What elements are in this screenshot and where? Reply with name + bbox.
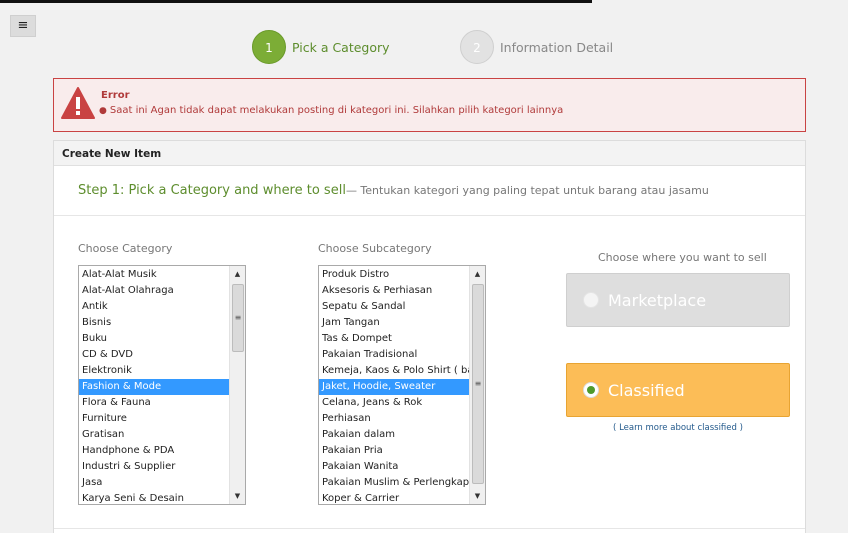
create-item-panel: Create New Item Step 1: Pick a Category … [53, 140, 806, 533]
learn-more-link[interactable]: Learn more about classified [619, 423, 737, 433]
step-heading-subtitle: — Tentukan kategori yang paling tepat un… [345, 184, 709, 197]
classified-label: Classified [608, 380, 685, 400]
list-item[interactable]: Fashion & Mode [79, 379, 229, 395]
list-item[interactable]: Pakaian Muslim & Perlengkapan [319, 475, 469, 491]
classified-option[interactable]: Classified [566, 363, 790, 417]
list-item[interactable]: Antik [79, 299, 229, 315]
marketplace-label: Marketplace [608, 290, 707, 310]
list-item[interactable]: Pakaian Pria [319, 443, 469, 459]
error-message-text: Saat ini Agan tidak dapat melakukan post… [109, 105, 564, 116]
divider [54, 528, 805, 529]
step-heading-text: Step 1: Pick a Category and where to sel… [78, 183, 346, 198]
scroll-down-icon[interactable]: ▼ [470, 488, 485, 504]
list-item[interactable]: Elektronik [79, 363, 229, 379]
list-item[interactable]: Furniture [79, 411, 229, 427]
list-item[interactable]: Buku [79, 331, 229, 347]
error-message: ● Saat ini Agan tidak dapat melakukan pos… [99, 105, 563, 116]
list-item[interactable]: Bisnis [79, 315, 229, 331]
bullet: ● [99, 106, 107, 116]
list-item[interactable]: Tas & Dompet [319, 331, 469, 347]
learn-more: ( Learn more about classified ) [566, 423, 790, 433]
list-item[interactable]: Alat-Alat Musik [79, 267, 229, 283]
subcategory-label: Choose Subcategory [318, 242, 432, 255]
list-item[interactable]: Flora & Fauna [79, 395, 229, 411]
category-label: Choose Category [78, 242, 173, 255]
step-information-detail[interactable]: 2 Information Detail [460, 30, 613, 64]
list-item[interactable]: Produk Distro [319, 267, 469, 283]
step-heading: Step 1: Pick a Category and where to sel… [78, 183, 709, 198]
list-item[interactable]: Pakaian Tradisional [319, 347, 469, 363]
step-label: Pick a Category [292, 39, 390, 55]
subcategory-listbox[interactable]: Produk Distro Aksesoris & Perhiasan Sepatu… [318, 265, 486, 505]
divider [54, 215, 805, 216]
step-number: 2 [460, 30, 494, 64]
paren-close: ) [736, 423, 743, 433]
list-item[interactable]: CD & DVD [79, 347, 229, 363]
top-bar [0, 0, 592, 3]
list-item[interactable]: Sepatu & Sandal [319, 299, 469, 315]
category-items: Alat-Alat Musik Alat-Alat Olahraga Antik Bi… [79, 267, 229, 504]
list-item[interactable]: Gratisan [79, 427, 229, 443]
step-number: 1 [252, 30, 286, 64]
radio-checked-icon[interactable] [583, 382, 599, 398]
list-item[interactable]: Handphone & PDA [79, 443, 229, 459]
category-scrollbar[interactable]: ▲ ≡ ▼ [229, 266, 245, 504]
step-label: Information Detail [500, 39, 614, 55]
category-listbox[interactable]: Alat-Alat Musik Alat-Alat Olahraga Antik Bi… [78, 265, 246, 505]
scroll-down-icon[interactable]: ▼ [230, 488, 245, 504]
list-item[interactable]: Aksesoris & Perhiasan [319, 283, 469, 299]
scroll-thumb[interactable]: ≡ [232, 284, 244, 352]
radio-icon[interactable] [583, 292, 599, 308]
subcategory-scrollbar[interactable]: ▲ ≡ ▼ [469, 266, 485, 504]
marketplace-option[interactable]: Marketplace [566, 273, 790, 327]
error-alert: Error ● Saat ini Agan tidak dapat melakuk… [53, 78, 806, 132]
step-indicator: 1 Pick a Category 2 Information Detail [0, 30, 848, 64]
step-pick-category[interactable]: 1 Pick a Category [252, 30, 390, 64]
error-title: Error [101, 90, 130, 101]
list-item[interactable]: Alat-Alat Olahraga [79, 283, 229, 299]
scroll-up-icon[interactable]: ▲ [230, 266, 245, 282]
panel-title: Create New Item [54, 141, 805, 166]
warning-icon [61, 87, 95, 119]
list-item[interactable]: Koper & Carrier [319, 491, 469, 504]
list-item[interactable]: Pakaian Wanita [319, 459, 469, 475]
list-item[interactable]: Celana, Jeans & Rok [319, 395, 469, 411]
list-item[interactable]: Pakaian dalam [319, 427, 469, 443]
scroll-up-icon[interactable]: ▲ [470, 266, 485, 282]
subcategory-items: Produk Distro Aksesoris & Perhiasan Sepatu… [319, 267, 469, 504]
sell-label: Choose where you want to sell [598, 251, 767, 264]
list-item[interactable]: Industri & Supplier [79, 459, 229, 475]
list-item[interactable]: Kemeja, Kaos & Polo Shirt ( baju ) [319, 363, 469, 379]
list-item[interactable]: Jaket, Hoodie, Sweater [319, 379, 469, 395]
list-item[interactable]: Perhiasan [319, 411, 469, 427]
list-item[interactable]: Karya Seni & Desain [79, 491, 229, 504]
list-item[interactable]: Jasa [79, 475, 229, 491]
list-item[interactable]: Jam Tangan [319, 315, 469, 331]
scroll-thumb[interactable]: ≡ [472, 284, 484, 484]
